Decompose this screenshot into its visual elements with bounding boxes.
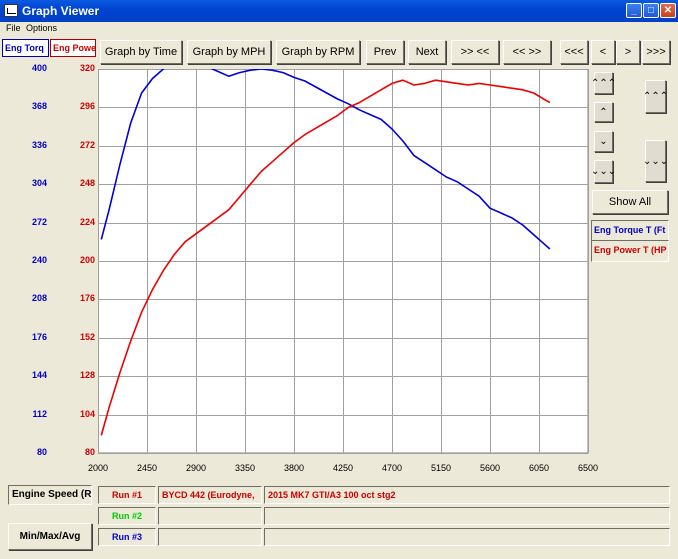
rpm-x-tick-label: 2450 xyxy=(136,463,158,473)
scroll-back-button[interactable]: < xyxy=(591,40,615,64)
rpm-x-tick-label: 5150 xyxy=(430,463,452,473)
show-all-button[interactable]: Show All xyxy=(592,190,668,214)
rpm-x-tick-label: 5600 xyxy=(479,463,501,473)
run-3-description xyxy=(264,528,670,546)
legend-torque[interactable]: Eng Torque T (Ft xyxy=(591,220,669,242)
run-1-car: BYCD 442 (Eurodyne, xyxy=(158,486,262,504)
rpm-x-tick-label: 6500 xyxy=(577,463,599,473)
rpm-x-tick-label: 3800 xyxy=(283,463,305,473)
scroll-first-button[interactable]: <<< xyxy=(560,40,588,64)
power-y-tick-label: 128 xyxy=(79,370,95,381)
torque-axis-tab[interactable]: Eng Torq xyxy=(2,39,49,57)
next-button[interactable]: Next xyxy=(408,40,446,64)
menu-file[interactable]: File xyxy=(6,23,21,33)
torque-y-tick-label: 176 xyxy=(31,331,47,342)
power-y-tick-label: 200 xyxy=(79,255,95,265)
graph-by-mph-button[interactable]: Graph by MPH xyxy=(187,40,271,64)
scroll-up-fast-right-button[interactable]: ⌃⌃⌃ xyxy=(643,80,668,113)
run-2-label[interactable]: Run #2 xyxy=(98,507,156,525)
maximize-button[interactable]: □ xyxy=(643,3,659,18)
menu-bar: File Options xyxy=(0,22,678,35)
zoom-out-button[interactable]: << >> xyxy=(503,40,551,64)
scroll-down-fast-left-button[interactable]: ⌄⌄⌄ xyxy=(591,160,616,183)
rpm-x-tick-label: 6050 xyxy=(528,463,550,473)
run-2-description xyxy=(264,507,670,525)
graph-by-time-button[interactable]: Graph by Time xyxy=(100,40,182,64)
rpm-x-tick-label: 2000 xyxy=(87,463,109,473)
menu-options[interactable]: Options xyxy=(26,23,57,33)
power-y-tick-label: 248 xyxy=(79,178,95,189)
graph-by-rpm-button[interactable]: Graph by RPM xyxy=(276,40,360,64)
torque-y-tick-label: 144 xyxy=(31,370,47,381)
scroll-down-button[interactable]: ⌄ xyxy=(594,131,613,152)
torque-y-tick-label: 304 xyxy=(31,178,47,189)
scroll-down-fast-right-button[interactable]: ⌄⌄⌄ xyxy=(643,140,668,182)
torque-y-tick-label: 336 xyxy=(31,139,47,150)
power-y-tick-label: 224 xyxy=(79,216,95,227)
scroll-last-button[interactable]: >>> xyxy=(642,40,670,64)
min-max-avg-button[interactable]: Min/Max/Avg xyxy=(8,523,92,550)
power-axis-tab[interactable]: Eng Powe xyxy=(50,39,96,57)
run-2-car xyxy=(158,507,262,525)
torque-y-tick-label: 80 xyxy=(36,447,47,457)
run-1-description: 2015 MK7 GTI/A3 100 oct stg2 xyxy=(264,486,670,504)
rpm-x-tick-label: 4250 xyxy=(332,463,354,473)
run-3-label[interactable]: Run #3 xyxy=(98,528,156,546)
rpm-x-tick-label: 2900 xyxy=(185,463,207,473)
close-button[interactable]: ✕ xyxy=(660,3,676,18)
zoom-in-button[interactable]: >> << xyxy=(451,40,499,64)
prev-button[interactable]: Prev xyxy=(366,40,404,64)
legend-power[interactable]: Eng Power T (HP xyxy=(591,240,669,262)
dyno-chart[interactable] xyxy=(98,69,591,455)
power-y-tick-label: 152 xyxy=(79,331,95,342)
title-bar: Graph Viewer _ □ ✕ xyxy=(0,0,678,22)
run-3-car xyxy=(158,528,262,546)
torque-y-tick-label: 272 xyxy=(31,216,47,227)
torque-y-tick-label: 400 xyxy=(31,63,47,73)
power-y-tick-label: 80 xyxy=(84,447,95,457)
power-y-tick-label: 104 xyxy=(79,408,95,419)
rpm-x-tick-label: 4700 xyxy=(381,463,403,473)
run-1-label[interactable]: Run #1 xyxy=(98,486,156,504)
scroll-up-fast-left-button[interactable]: ⌃⌃⌃ xyxy=(591,72,616,94)
power-y-tick-label: 296 xyxy=(79,101,95,112)
window-title: Graph Viewer xyxy=(22,4,100,18)
power-y-tick-label: 320 xyxy=(79,63,95,73)
x-axis-label-box[interactable]: Engine Speed (RF xyxy=(8,485,92,505)
power-y-tick-label: 272 xyxy=(79,139,95,150)
rpm-x-tick-label: 3350 xyxy=(234,463,256,473)
torque-y-tick-label: 368 xyxy=(31,101,47,112)
torque-y-tick-label: 208 xyxy=(31,293,47,304)
torque-y-tick-label: 112 xyxy=(32,408,47,419)
torque-y-tick-label: 240 xyxy=(31,255,47,265)
scroll-up-button[interactable]: ⌃ xyxy=(594,102,613,122)
scroll-forward-button[interactable]: > xyxy=(616,40,640,64)
chart-grid xyxy=(98,69,589,454)
graph-app-icon xyxy=(4,4,18,17)
minimize-button[interactable]: _ xyxy=(626,3,642,18)
power-y-tick-label: 176 xyxy=(79,293,95,304)
